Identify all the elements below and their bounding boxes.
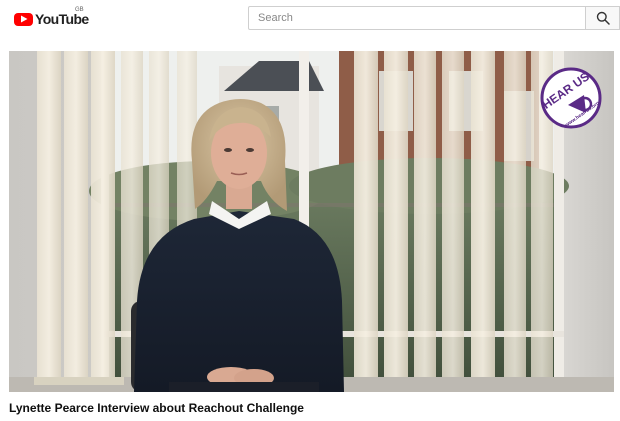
youtube-logo[interactable]: YouTube GB	[14, 7, 89, 28]
search-input[interactable]	[249, 7, 585, 29]
masthead: YouTube GB	[0, 0, 620, 38]
search-icon	[596, 11, 610, 25]
youtube-logo-text: YouTube	[35, 11, 89, 27]
video-player[interactable]: HEAR US www.hear-us.org	[9, 51, 614, 392]
video-title[interactable]: Lynette Pearce Interview about Reachout …	[9, 401, 304, 415]
youtube-play-icon	[14, 12, 33, 26]
region-code: GB	[75, 7, 84, 13]
video-frame	[9, 51, 614, 392]
search-box	[248, 6, 586, 30]
search-button[interactable]	[586, 6, 620, 30]
hear-us-logo: HEAR US www.hear-us.org	[540, 67, 602, 129]
